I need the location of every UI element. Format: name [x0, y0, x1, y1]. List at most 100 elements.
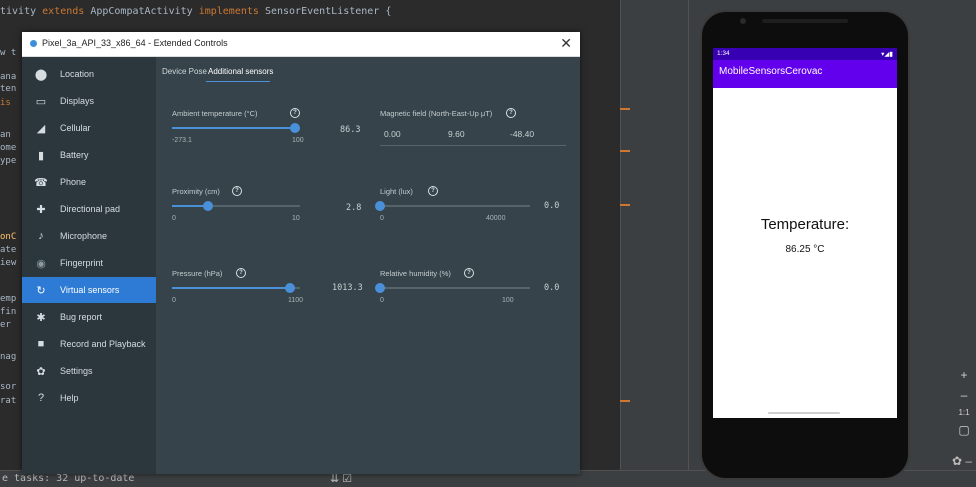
- ambient-temperature-value[interactable]: 86.3: [340, 125, 360, 135]
- sidebar-item-bug-report[interactable]: ✱ Bug report: [22, 304, 156, 330]
- code-fragment: is: [0, 98, 11, 108]
- sidebar-item-microphone[interactable]: ♪ Microphone: [22, 223, 156, 249]
- help-icon[interactable]: ?: [428, 186, 438, 196]
- sidebar-item-label: Bug report: [60, 312, 103, 322]
- slider-thumb[interactable]: [284, 283, 295, 293]
- selected-tab-underline: [206, 81, 270, 82]
- dpad-icon: ✚: [36, 203, 46, 216]
- status-icons: ▾◢▮: [881, 51, 893, 58]
- sidebar-item-label: Record and Playback: [60, 339, 146, 349]
- code-fragment: nag: [0, 352, 17, 362]
- ambient-temperature-slider[interactable]: [172, 123, 300, 133]
- code-fragment: ten: [0, 84, 17, 94]
- sidebar-item-phone[interactable]: ☎ Phone: [22, 169, 156, 195]
- cellular-signal-icon: ◢: [36, 122, 46, 135]
- actual-size-icon[interactable]: 1:1: [958, 408, 969, 417]
- humidity-value[interactable]: 0.0: [544, 283, 559, 293]
- window-title: Pixel_3a_API_33_x86_64 - Extended Contro…: [42, 38, 228, 48]
- code-fragment: an: [0, 130, 11, 140]
- android-status-bar: 1:34 ▾◢▮: [713, 48, 897, 60]
- light-value[interactable]: 0.0: [544, 201, 559, 211]
- magnetic-field-up[interactable]: -48.40: [510, 129, 534, 139]
- proximity-value[interactable]: 2.8: [346, 203, 361, 213]
- gear-icon[interactable]: ✿ –: [952, 454, 972, 468]
- sidebar-item-label: Virtual sensors: [60, 285, 120, 295]
- tab-device-pose[interactable]: Device Pose: [162, 67, 207, 76]
- pressure-slider[interactable]: [172, 283, 300, 293]
- sidebar-item-label: Displays: [60, 96, 95, 106]
- sidebar-item-battery[interactable]: ▮ Battery: [22, 142, 156, 168]
- phone-icon: ☎: [34, 176, 48, 189]
- magnetic-field-east[interactable]: 9.60: [448, 129, 465, 139]
- app-bar: MobileSensorsCerovac: [713, 60, 897, 88]
- humidity-max: 100: [502, 297, 514, 304]
- phone-screen[interactable]: 1:34 ▾◢▮ MobileSensorsCerovac Temperatur…: [713, 48, 897, 418]
- ambient-temperature-max: 100: [292, 137, 304, 144]
- slider-thumb[interactable]: [375, 283, 385, 293]
- slider-thumb[interactable]: [289, 123, 300, 133]
- code-fragment: rat: [0, 396, 17, 406]
- zoom-in-icon[interactable]: +: [960, 368, 967, 382]
- code-fragment: ome: [0, 143, 17, 153]
- proximity-min: 0: [172, 215, 176, 222]
- proximity-max: 10: [292, 215, 300, 222]
- zoom-out-icon[interactable]: –: [961, 388, 968, 402]
- extended-controls-window: Pixel_3a_API_33_x86_64 - Extended Contro…: [22, 32, 580, 474]
- microphone-icon: ♪: [38, 230, 44, 242]
- code-fragment: ate: [0, 245, 17, 255]
- tab-additional-sensors[interactable]: Additional sensors: [208, 67, 273, 76]
- virtual-sensors-icon: ↻: [36, 284, 46, 297]
- bug-icon: ✱: [36, 311, 46, 324]
- panel-divider: [688, 0, 689, 470]
- sidebar-item-location[interactable]: ⬤ Location: [22, 61, 156, 87]
- slider-thumb[interactable]: [375, 201, 385, 211]
- ambient-temperature-label: Ambient temperature (°C): [172, 109, 258, 118]
- close-icon[interactable]: ✕: [560, 35, 572, 52]
- fit-screen-icon[interactable]: ▢: [958, 423, 969, 437]
- phone-frame: 1:34 ▾◢▮ MobileSensorsCerovac Temperatur…: [700, 10, 910, 480]
- help-icon[interactable]: ?: [506, 108, 516, 118]
- ambient-temperature-min: -273.1: [172, 137, 192, 144]
- light-label: Light (lux): [380, 187, 413, 196]
- sidebar-item-fingerprint[interactable]: ◉ Fingerprint: [22, 250, 156, 276]
- sidebar-item-settings[interactable]: ✿ Settings: [22, 358, 156, 384]
- sidebar-item-label: Cellular: [60, 123, 91, 133]
- sidebar-item-displays[interactable]: ▭ Displays: [22, 88, 156, 114]
- sidebar-item-label: Fingerprint: [60, 258, 104, 268]
- help-icon[interactable]: ?: [464, 268, 474, 278]
- front-camera: [740, 18, 746, 24]
- pressure-min: 0: [172, 297, 176, 304]
- sidebar-item-directional-pad[interactable]: ✚ Directional pad: [22, 196, 156, 222]
- pressure-value[interactable]: 1013.3: [332, 283, 363, 293]
- window-titlebar[interactable]: Pixel_3a_API_33_x86_64 - Extended Contro…: [22, 32, 580, 57]
- sidebar-item-cellular[interactable]: ◢ Cellular: [22, 115, 156, 141]
- pressure-label: Pressure (hPa): [172, 269, 223, 278]
- sidebar-item-label: Microphone: [60, 231, 108, 241]
- humidity-slider[interactable]: [375, 283, 530, 293]
- settings-gear-icon: ✿: [36, 365, 46, 378]
- extended-controls-sidebar: ⬤ Location ▭ Displays ◢ Cellular ▮ Battery ☎ Phon…: [22, 57, 156, 474]
- sidebar-item-record-and-playback[interactable]: ■ Record and Playback: [22, 331, 156, 357]
- help-icon[interactable]: ?: [232, 186, 242, 196]
- gutter-marker: [620, 150, 630, 152]
- sidebar-item-label: Phone: [60, 177, 87, 187]
- proximity-label: Proximity (cm): [172, 187, 220, 196]
- help-icon[interactable]: ?: [236, 268, 246, 278]
- code-fragment: iew: [0, 258, 17, 268]
- gesture-nav-handle[interactable]: [768, 412, 840, 414]
- light-slider[interactable]: [375, 201, 530, 211]
- build-status-text: e tasks: 32 up-to-date: [2, 473, 135, 484]
- magnetic-field-north[interactable]: 0.00: [384, 129, 401, 139]
- slider-fill: [172, 287, 290, 289]
- sidebar-item-label: Directional pad: [60, 204, 121, 214]
- code-fragment: er: [0, 320, 11, 330]
- proximity-slider[interactable]: [172, 201, 300, 211]
- sidebar-item-virtual-sensors[interactable]: ↻ Virtual sensors: [22, 277, 156, 303]
- pressure-max: 1100: [288, 297, 304, 304]
- help-icon[interactable]: ?: [290, 108, 300, 118]
- record-icon: ■: [37, 338, 45, 350]
- sidebar-item-help[interactable]: ? Help: [22, 385, 156, 411]
- fingerprint-icon: ◉: [36, 257, 46, 270]
- temperature-value: 86.25 °C: [785, 244, 825, 255]
- slider-thumb[interactable]: [202, 201, 213, 211]
